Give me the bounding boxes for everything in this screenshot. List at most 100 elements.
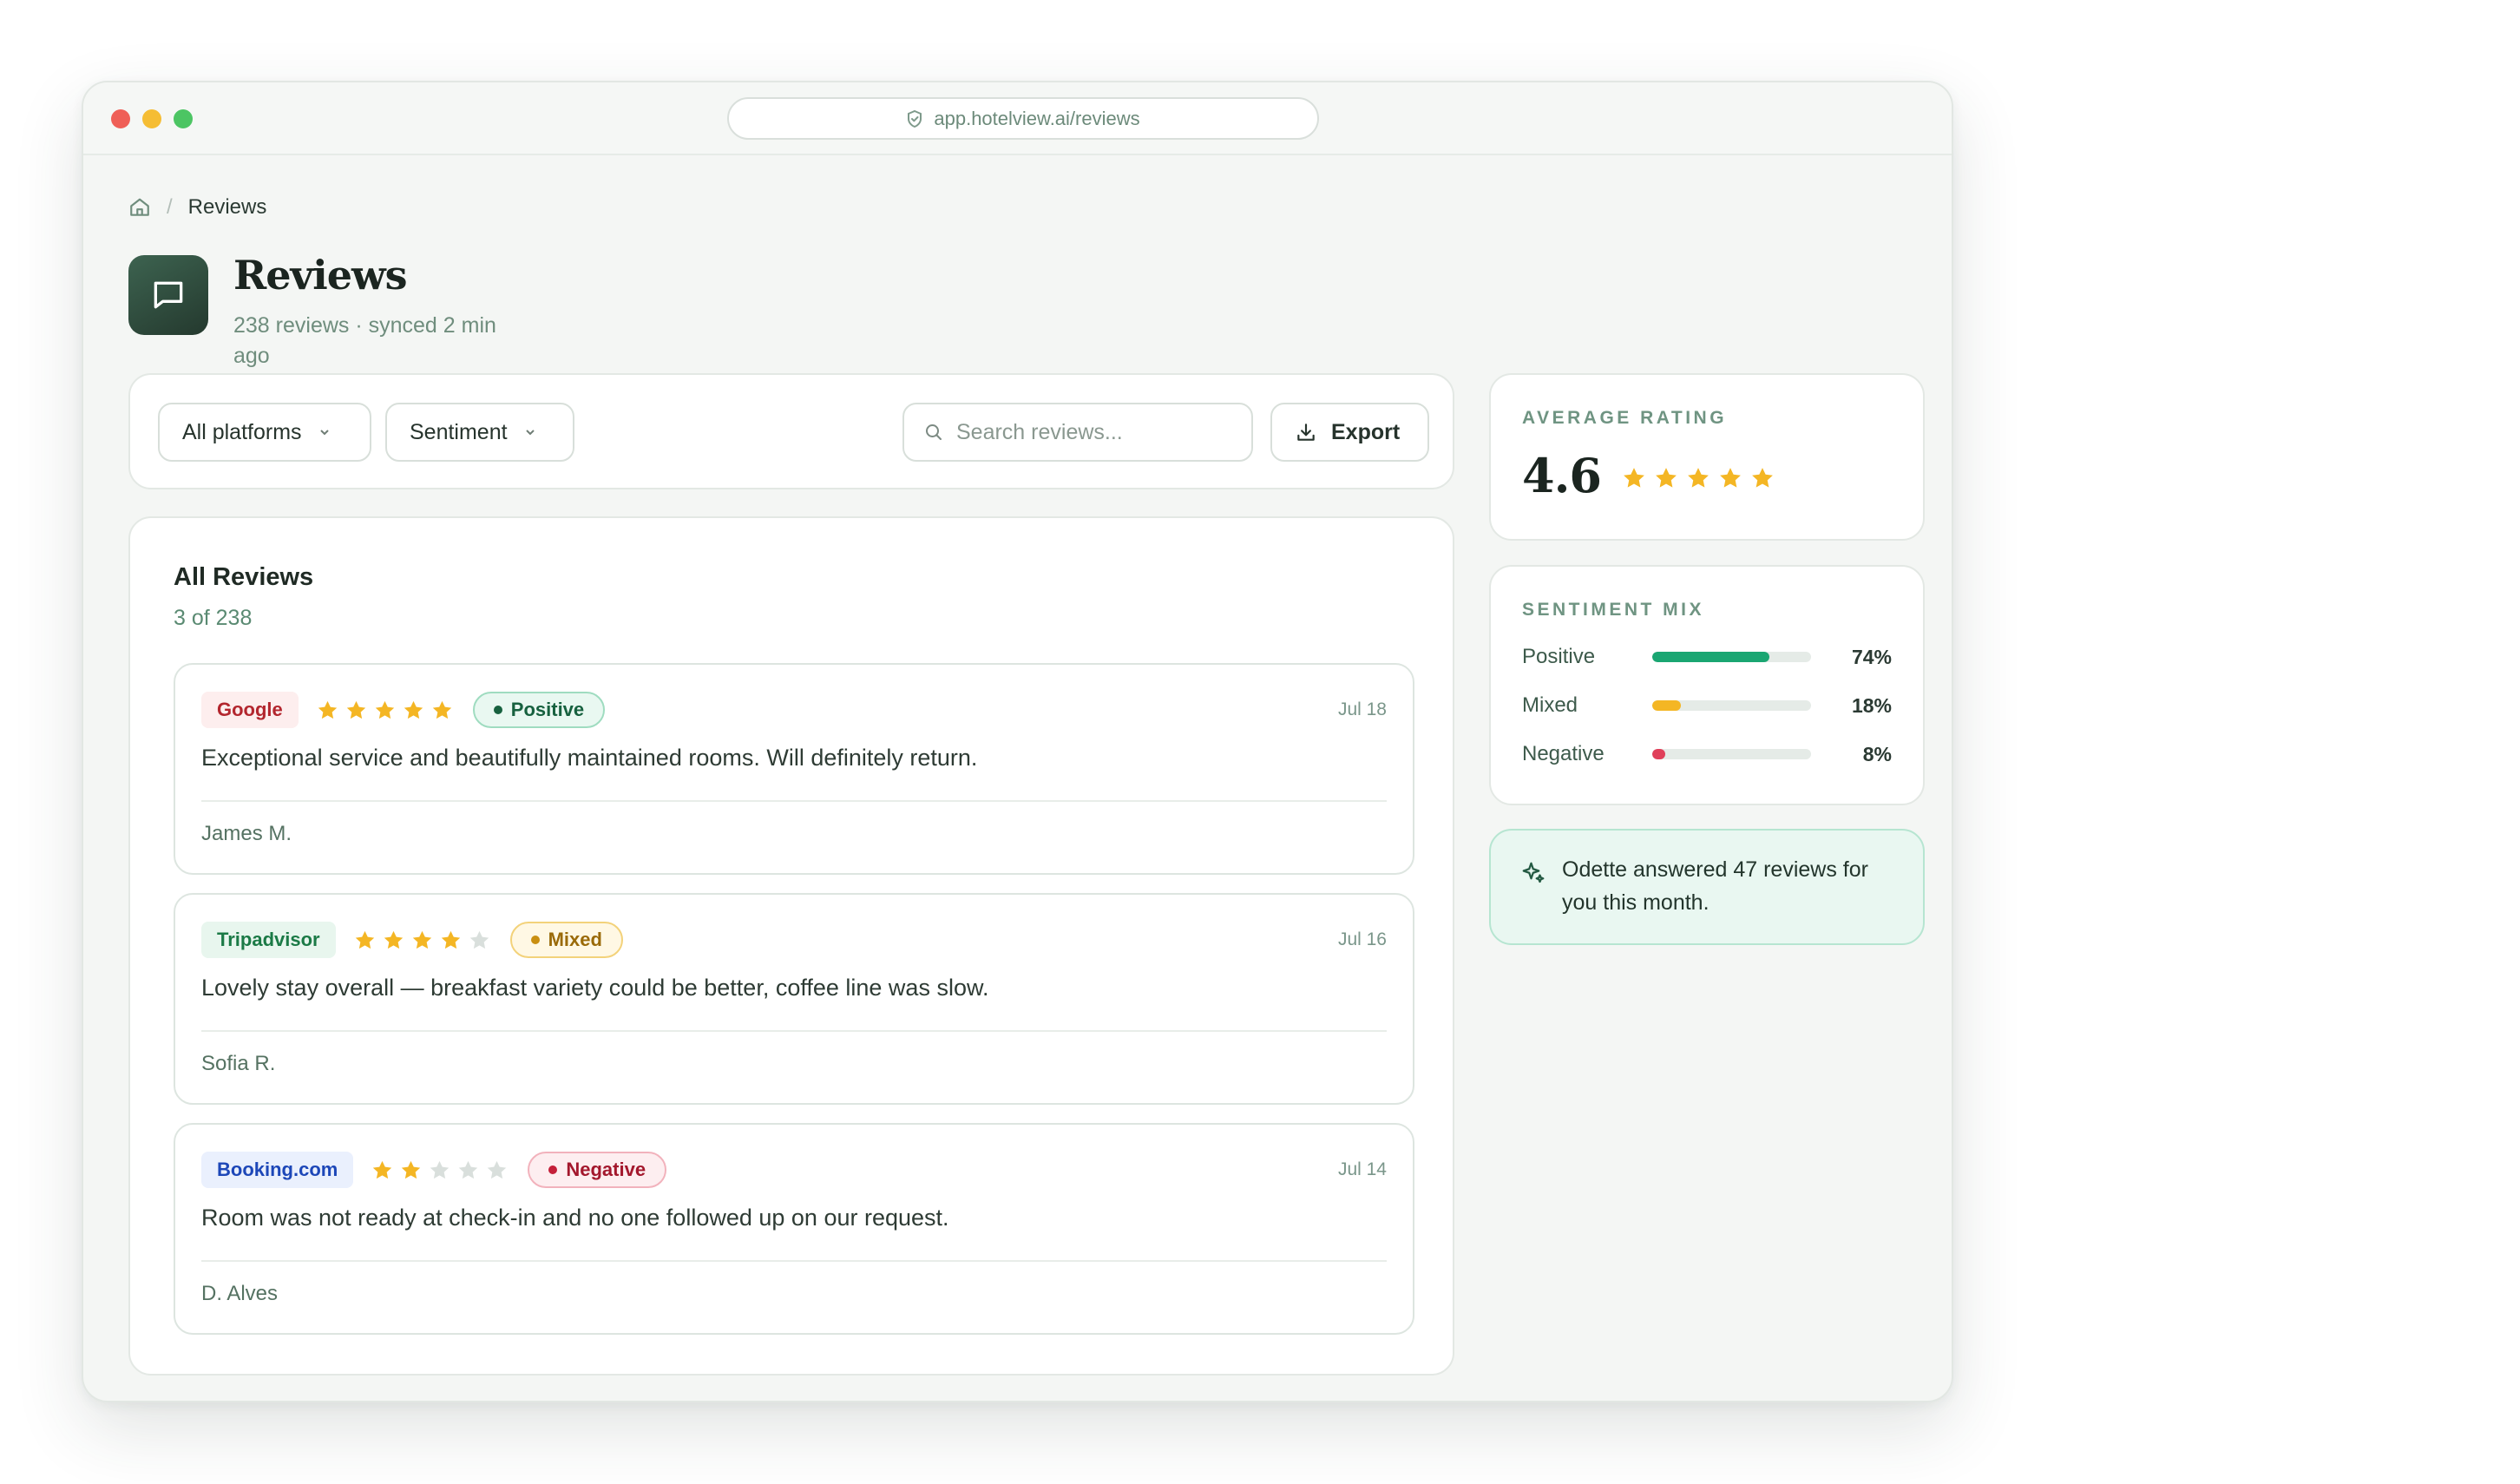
star-filled-icon (412, 930, 431, 949)
review-date: Jul 18 (1337, 699, 1387, 719)
list-title: All Reviews (174, 563, 314, 591)
star-filled-icon (432, 700, 451, 719)
sentiment-label: Positive (510, 699, 585, 720)
average-rating-value: 4.6 (1522, 448, 1602, 503)
page-title: Reviews (233, 252, 407, 299)
platform-filter-dropdown[interactable]: All platforms (158, 403, 371, 462)
star-filled-icon (404, 700, 423, 719)
sentiment-percent: 8% (1862, 742, 1892, 765)
review-text: Exceptional service and beautifully main… (201, 745, 978, 771)
star-filled-icon (318, 700, 337, 719)
review-card[interactable]: Booking.com Negative Jul 14 Room was not… (174, 1123, 1414, 1335)
divider (201, 1260, 1387, 1262)
list-count: 3 of 238 (174, 606, 253, 630)
export-label: Export (1331, 419, 1401, 444)
review-card[interactable]: Tripadvisor Mixed Jul 16 Lovely stay ove… (174, 893, 1414, 1105)
search-input[interactable]: Search reviews... (902, 403, 1253, 462)
star-empty-icon (488, 1160, 507, 1179)
star-filled-icon (441, 930, 460, 949)
review-text: Lovely stay overall — breakfast variety … (201, 975, 989, 1001)
close-window-button[interactable] (111, 109, 130, 128)
browser-window: app.hotelview.ai/reviews / Reviews Revie… (82, 81, 1953, 1402)
platform-filter-label: All platforms (182, 419, 302, 444)
progress-fill (1652, 749, 1665, 759)
review-author: D. Alves (201, 1282, 279, 1305)
sentiment-percent: 18% (1851, 693, 1892, 717)
filters-bar: All platforms Sentiment Search reviews..… (128, 373, 1454, 489)
sentiment-mix-label: SENTIMENT MIX (1522, 600, 1705, 620)
platform-tag-booking: Booking.com (201, 1152, 354, 1188)
chevron-down-icon (319, 430, 329, 436)
star-filled-icon (384, 930, 403, 949)
address-bar[interactable]: app.hotelview.ai/reviews (727, 97, 1319, 140)
message-square-icon (154, 281, 183, 309)
sparkles-icon (1522, 862, 1545, 883)
star-filled-icon (1752, 468, 1773, 488)
odette-message: Odette answered 47 reviews for you this … (1562, 857, 1868, 915)
url-text: app.hotelview.ai/reviews (934, 107, 1140, 129)
star-filled-icon (1688, 468, 1709, 488)
review-text: Room was not ready at check-in and no on… (201, 1205, 949, 1231)
status-dot (530, 936, 540, 944)
star-filled-icon (1720, 468, 1741, 488)
star-filled-icon (373, 1160, 392, 1179)
breadcrumb: / Reviews (128, 195, 266, 220)
average-rating-card: AVERAGE RATING 4.6 (1489, 373, 1925, 541)
progress-track (1652, 749, 1811, 759)
average-star-rating (1621, 465, 1775, 491)
sentiment-badge-positive: Positive (472, 692, 606, 728)
divider (201, 1030, 1387, 1032)
star-empty-icon (430, 1160, 450, 1179)
review-author: Sofia R. (201, 1052, 276, 1075)
review-card[interactable]: Google Positive Jul 18 Exceptional servi… (174, 663, 1414, 875)
review-author: James M. (201, 822, 292, 845)
home-icon[interactable] (128, 196, 151, 219)
sentiment-row-label: Negative (1522, 742, 1605, 765)
sentiment-badge-mixed: Mixed (509, 922, 623, 958)
chevron-down-icon (525, 430, 535, 436)
maximize-window-button[interactable] (174, 109, 193, 128)
breadcrumb-separator: / (167, 195, 173, 219)
sentiment-mix-card: SENTIMENT MIX Positive 74% Mixed 18% Neg… (1489, 565, 1925, 805)
search-placeholder: Search reviews... (956, 419, 1123, 444)
export-button[interactable]: Export (1270, 403, 1429, 462)
odette-callout: Odette answered 47 reviews for you this … (1489, 829, 1925, 945)
sentiment-row-positive: Positive 74% (1522, 643, 1892, 671)
sentiment-label: Negative (566, 1159, 646, 1180)
star-rating (353, 929, 491, 952)
star-empty-icon (459, 1160, 478, 1179)
sentiment-row-negative: Negative 8% (1522, 740, 1892, 768)
sentiment-row-label: Mixed (1522, 693, 1578, 717)
minimize-window-button[interactable] (142, 109, 161, 128)
review-header: Google Positive Jul 18 (201, 691, 1387, 729)
review-header: Tripadvisor Mixed Jul 16 (201, 921, 1387, 959)
star-filled-icon (375, 700, 394, 719)
star-rating (316, 699, 454, 722)
shield-icon (908, 109, 922, 128)
search-icon (926, 424, 942, 440)
progress-track (1652, 700, 1811, 711)
review-date: Jul 16 (1337, 929, 1387, 949)
progress-track (1652, 652, 1811, 662)
divider (201, 800, 1387, 802)
average-rating-label: AVERAGE RATING (1522, 408, 1728, 428)
star-filled-icon (346, 700, 365, 719)
sentiment-row-label: Positive (1522, 645, 1596, 668)
star-filled-icon (1624, 468, 1644, 488)
reviews-app-icon (128, 255, 208, 335)
title-bar: app.hotelview.ai/reviews (83, 82, 1952, 155)
progress-fill (1652, 700, 1681, 711)
status-dot (548, 1166, 558, 1174)
platform-tag-tripadvisor: Tripadvisor (201, 922, 336, 958)
sentiment-filter-dropdown[interactable]: Sentiment (385, 403, 574, 462)
star-rating (371, 1159, 509, 1182)
page-subtitle: 238 reviews · synced 2 min ago (233, 313, 496, 368)
star-filled-icon (402, 1160, 421, 1179)
status-dot (493, 706, 502, 714)
star-empty-icon (469, 930, 489, 949)
platform-tag-google: Google (201, 692, 299, 728)
star-filled-icon (1656, 468, 1677, 488)
download-icon (1297, 424, 1315, 441)
sentiment-filter-label: Sentiment (410, 419, 508, 444)
star-filled-icon (355, 930, 374, 949)
